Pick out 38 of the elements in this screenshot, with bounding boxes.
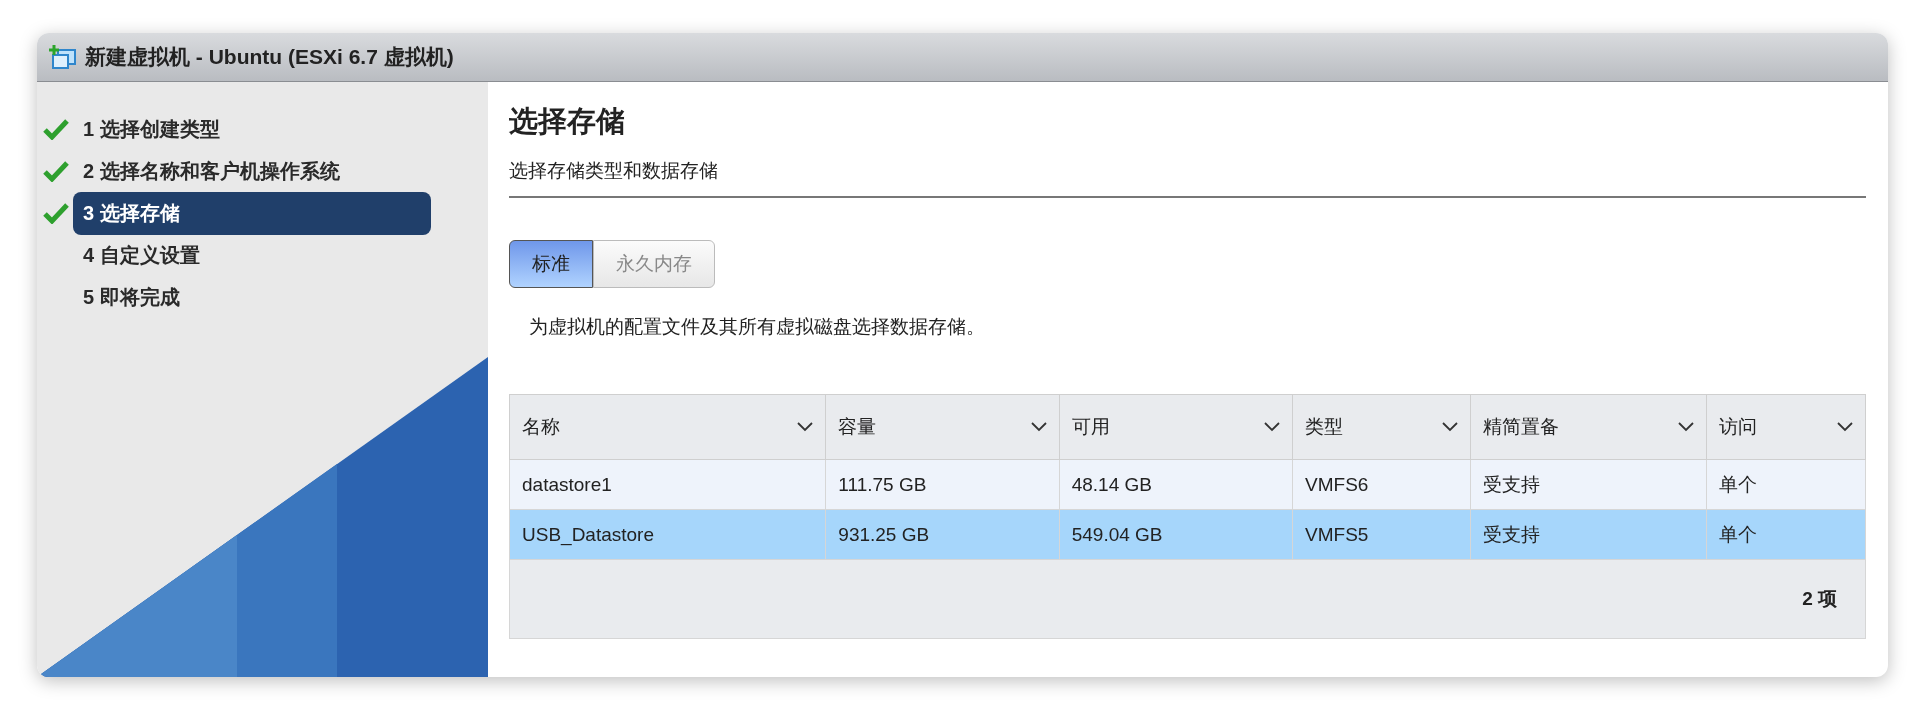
column-header[interactable]: 可用 (1059, 394, 1293, 460)
column-header[interactable]: 访问 (1706, 394, 1866, 460)
chevron-down-icon[interactable] (1442, 422, 1459, 432)
column-header[interactable]: 名称 (509, 394, 826, 460)
item-count: 2 项 (509, 559, 1866, 639)
new-vm-icon (49, 44, 77, 70)
wizard-step[interactable]: 5 即将完成 (73, 275, 431, 319)
wizard-step[interactable]: 4 自定义设置 (73, 233, 431, 277)
wizard-step[interactable]: 3 选择存储 (73, 191, 431, 235)
table-cell: VMFS5 (1292, 509, 1471, 560)
wizard-step[interactable]: 1 选择创建类型 (73, 107, 431, 151)
table-cell: datastore1 (509, 459, 826, 510)
page-subheading: 选择存储类型和数据存储 (509, 158, 1866, 198)
table-cell: VMFS6 (1292, 459, 1471, 510)
table-row[interactable]: USB_Datastore 931.25 GB 549.04 GB VMFS5 受支持 单个 (509, 509, 1866, 560)
window-title: 新建虚拟机 - Ubuntu (ESXi 6.7 虚拟机) (85, 44, 454, 70)
wizard-step[interactable]: 2 选择名称和客户机操作系统 (73, 149, 431, 193)
table-row[interactable]: datastore1 111.75 GB 48.14 GB VMFS6 受支持 单个 (509, 459, 1866, 510)
table-cell: USB_Datastore (509, 509, 826, 560)
table-cell: 受支持 (1470, 459, 1707, 510)
page-heading: 选择存储 (509, 104, 626, 139)
table-cell: 单个 (1706, 459, 1866, 510)
table-cell: 931.25 GB (825, 509, 1060, 560)
table-cell: 549.04 GB (1059, 509, 1293, 560)
chevron-down-icon[interactable] (1837, 422, 1853, 432)
table-cell: 111.75 GB (825, 459, 1060, 510)
column-header[interactable]: 容量 (825, 394, 1060, 460)
description-text: 为虚拟机的配置文件及其所有虚拟磁盘选择数据存储。 (529, 315, 986, 339)
table-cell: 受支持 (1470, 509, 1707, 560)
chevron-down-icon[interactable] (1030, 422, 1047, 432)
table-cell: 48.14 GB (1059, 459, 1293, 510)
chevron-down-icon[interactable] (797, 422, 814, 432)
chevron-down-icon[interactable] (1677, 422, 1694, 432)
column-header[interactable]: 类型 (1292, 394, 1471, 460)
table-cell: 单个 (1706, 509, 1866, 560)
chevron-down-icon[interactable] (1264, 422, 1281, 432)
column-header[interactable]: 精简置备 (1470, 394, 1707, 460)
storage-type-tab[interactable]: 标准 (509, 240, 593, 288)
